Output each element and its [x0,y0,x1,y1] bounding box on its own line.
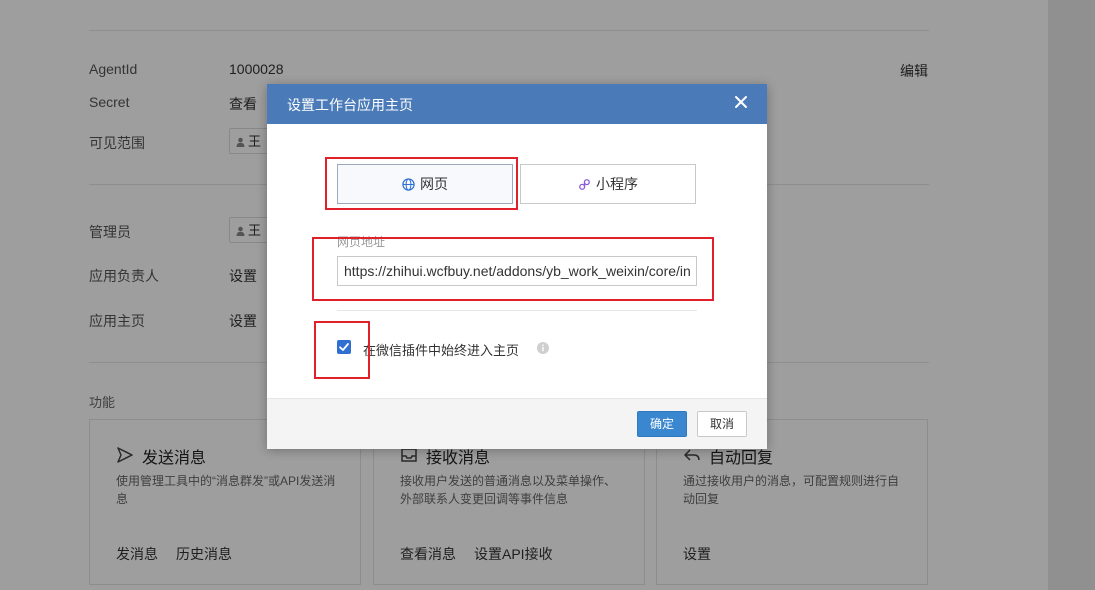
dialog-header: 设置工作台应用主页 [267,84,767,124]
dialog-footer: 确定 取消 [267,398,767,449]
close-icon[interactable] [733,94,749,110]
info-icon[interactable] [537,342,549,354]
dialog-title: 设置工作台应用主页 [287,97,413,113]
miniprogram-icon [579,178,590,190]
checkbox-label: 在微信插件中始终进入主页 [363,343,520,358]
always-enter-homepage-checkbox[interactable] [337,340,351,354]
homepage-settings-dialog: 设置工作台应用主页 网页 小程序 网页地址 在微信插件中始终进入主页 确定 取消 [267,84,767,449]
url-field-label: 网页地址 [337,235,386,249]
cancel-button[interactable]: 取消 [697,411,747,437]
url-input[interactable] [337,256,697,286]
globe-icon [402,177,415,191]
tab-miniprogram[interactable]: 小程序 [520,164,696,204]
tab-label: 网页 [420,176,448,192]
divider [337,310,697,311]
confirm-button[interactable]: 确定 [637,411,687,437]
tab-webpage[interactable]: 网页 [337,164,513,204]
tab-label: 小程序 [596,176,638,192]
